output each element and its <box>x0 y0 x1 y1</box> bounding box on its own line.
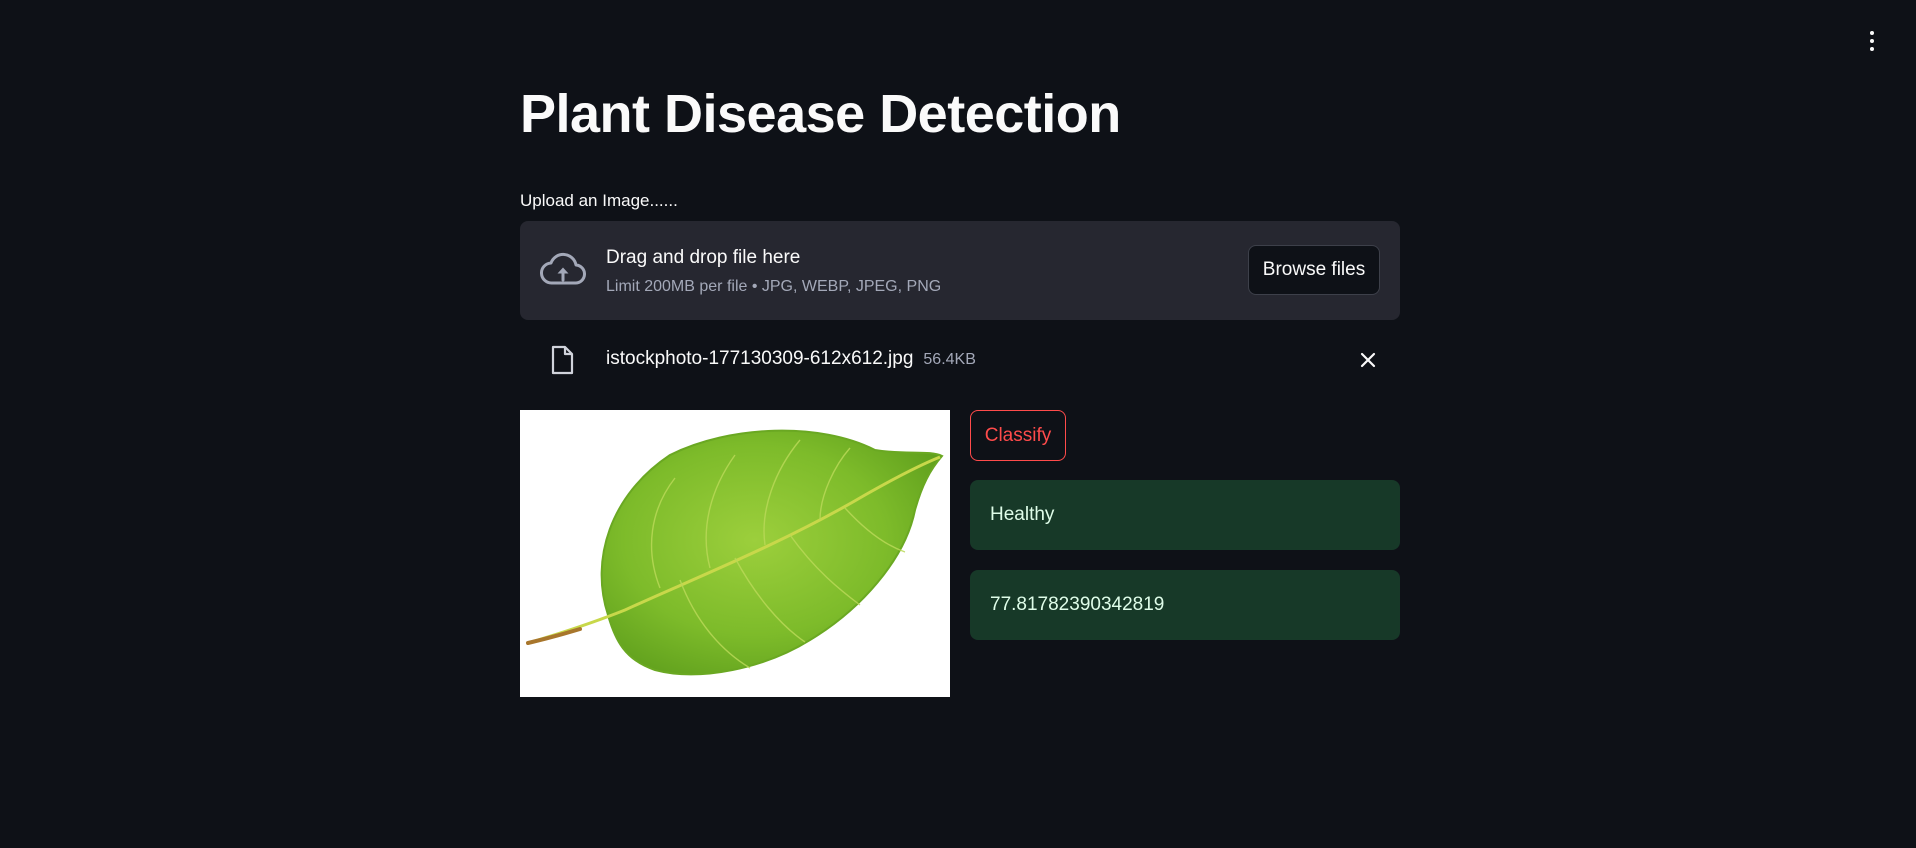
menu-dot <box>1870 31 1874 35</box>
app-root: Plant Disease Detection Upload an Image.… <box>0 0 1916 848</box>
uploaded-file-name: istockphoto-177130309-612x612.jpg 56.4KB <box>606 346 976 373</box>
file-name-text: istockphoto-177130309-612x612.jpg <box>606 348 914 369</box>
leaf-image <box>526 429 944 676</box>
dropzone-limit: Limit 200MB per file • JPG, WEBP, JPEG, … <box>606 278 942 295</box>
file-size: 56.4KB <box>923 351 976 368</box>
prediction-result: Healthy <box>970 480 1400 550</box>
uploaded-image-preview <box>520 410 950 697</box>
dropzone-title: Drag and drop file here <box>606 247 801 268</box>
menu-dot <box>1870 47 1874 51</box>
uploaded-file-row: istockphoto-177130309-612x612.jpg 56.4KB <box>520 338 1400 382</box>
menu-dot <box>1870 39 1874 43</box>
close-icon <box>1360 352 1376 368</box>
file-icon <box>551 345 574 375</box>
confidence-score: 77.81782390342819 <box>970 570 1400 640</box>
cloud-upload-icon <box>540 252 586 285</box>
page-title: Plant Disease Detection <box>520 84 1121 144</box>
upload-label: Upload an Image...... <box>520 191 678 210</box>
main-menu-button[interactable] <box>1859 25 1885 57</box>
classify-button[interactable]: Classify <box>970 410 1066 461</box>
remove-file-button[interactable] <box>1354 346 1382 374</box>
browse-files-button[interactable]: Browse files <box>1248 245 1380 295</box>
file-dropzone[interactable]: Drag and drop file here Limit 200MB per … <box>520 221 1400 320</box>
